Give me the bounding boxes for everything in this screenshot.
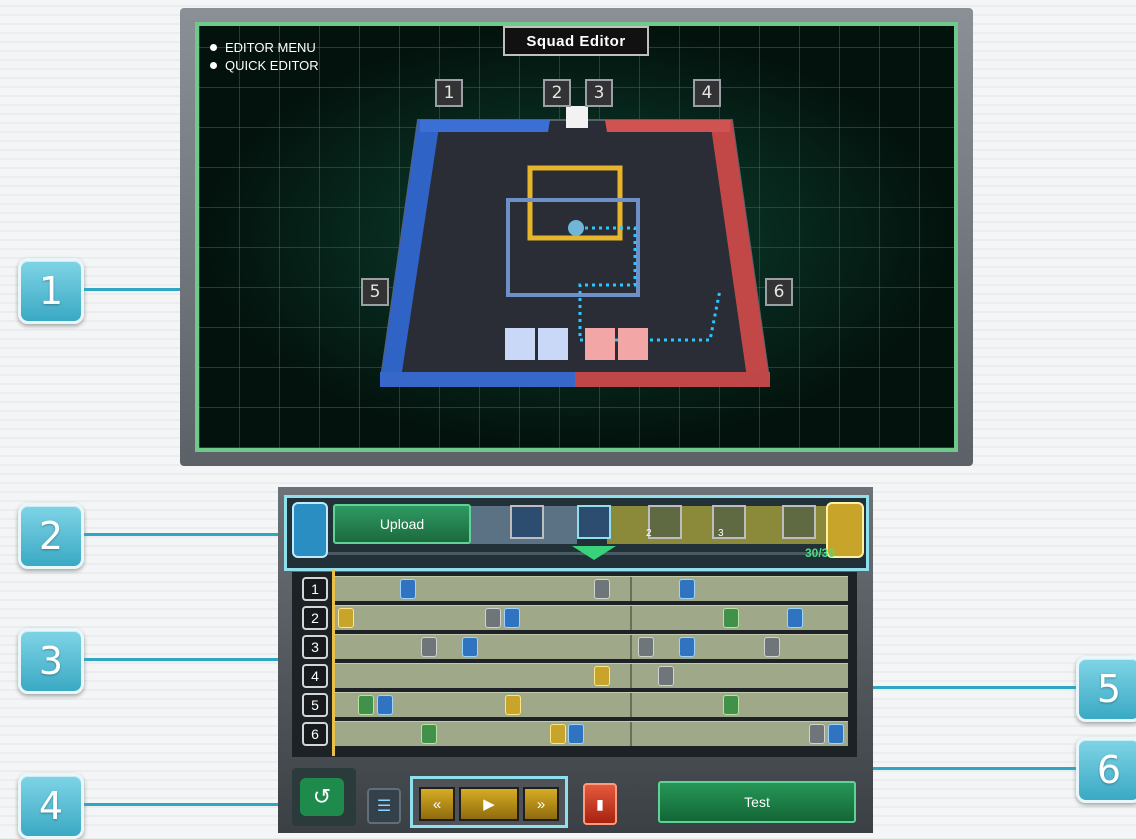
- unit-yellow[interactable]: [550, 724, 566, 744]
- trash-icon[interactable]: ▮: [583, 783, 617, 825]
- red-wall-bottom: [575, 372, 770, 387]
- callout-5: 5: [1076, 656, 1136, 722]
- timeline-row-1[interactable]: [332, 576, 848, 601]
- unit-blue[interactable]: [787, 608, 803, 628]
- unit-gray[interactable]: [764, 637, 780, 657]
- unit-card-3[interactable]: [648, 505, 682, 539]
- unit-gray[interactable]: [638, 637, 654, 657]
- row-label-4: 4: [302, 664, 328, 688]
- row-label-1: 1: [302, 577, 328, 601]
- arena-map-graphic: [378, 106, 772, 387]
- unit-blue[interactable]: [568, 724, 584, 744]
- blue-wall-top: [420, 120, 550, 132]
- spawn-point-3: 3: [585, 79, 613, 107]
- red-wall-top: [605, 120, 730, 132]
- row-label-5: 5: [302, 693, 328, 717]
- unit-blue[interactable]: [377, 695, 393, 715]
- spawn-point-5: 5: [361, 278, 389, 306]
- screen-title: Squad Editor: [503, 26, 649, 56]
- row-label-3: 3: [302, 635, 328, 659]
- timeline-row-4[interactable]: [332, 663, 848, 688]
- timeline-row-6[interactable]: [332, 721, 848, 746]
- editor-menu-label: EDITOR MENU: [225, 40, 316, 55]
- unit-card-2-selected[interactable]: [577, 505, 611, 539]
- red-base-2: [618, 328, 648, 360]
- unit-blue[interactable]: [828, 724, 844, 744]
- row-midline: [630, 635, 632, 659]
- callout-4: 4: [18, 773, 84, 839]
- blue-base-2: [538, 328, 568, 360]
- unit-card-1[interactable]: [510, 505, 544, 539]
- unit-count: 30/30: [805, 546, 836, 560]
- blue-base-1: [505, 328, 535, 360]
- callout-3: 3: [18, 628, 84, 694]
- unit-slot-number: 2: [646, 528, 652, 539]
- white-block: [566, 106, 588, 128]
- cursor-marker-icon: [572, 546, 616, 560]
- row-label-6: 6: [302, 722, 328, 746]
- unit-blue[interactable]: [462, 637, 478, 657]
- unit-gray[interactable]: [809, 724, 825, 744]
- unit-green[interactable]: [421, 724, 437, 744]
- timeline-row-3[interactable]: [332, 634, 848, 659]
- menu-bullet-icon: [210, 44, 217, 51]
- unit-yellow[interactable]: [505, 695, 521, 715]
- spawn-point-2: 2: [543, 79, 571, 107]
- blue-wall-bottom: [380, 372, 575, 387]
- quick-editor-option[interactable]: QUICK EDITOR: [210, 58, 319, 73]
- row-label-2: 2: [302, 606, 328, 630]
- quick-editor-label: QUICK EDITOR: [225, 58, 319, 73]
- undo-icon[interactable]: ↺: [300, 778, 344, 816]
- unit-card-5[interactable]: [782, 505, 816, 539]
- row-midline: [630, 577, 632, 601]
- red-base-1: [585, 328, 615, 360]
- fast-forward-icon[interactable]: »: [523, 787, 559, 821]
- unit-yellow[interactable]: [338, 608, 354, 628]
- playback-controls: « ▶ »: [410, 776, 568, 828]
- unit-gray[interactable]: [594, 579, 610, 599]
- unit-blue[interactable]: [504, 608, 520, 628]
- unit-green[interactable]: [723, 608, 739, 628]
- test-button[interactable]: Test: [658, 781, 856, 823]
- unit-blue[interactable]: [679, 637, 695, 657]
- callout-2-line: [84, 533, 286, 536]
- timeline-row-5[interactable]: [332, 692, 848, 717]
- unit-blue[interactable]: [400, 579, 416, 599]
- play-icon[interactable]: ▶: [459, 787, 519, 821]
- callout-1: 1: [18, 258, 84, 324]
- menu-bullet-icon: [210, 62, 217, 69]
- editor-menu-option[interactable]: EDITOR MENU: [210, 40, 316, 55]
- callout-2: 2: [18, 503, 84, 569]
- row-midline: [630, 722, 632, 746]
- arena-map: [378, 100, 772, 390]
- arena-floor: [378, 119, 772, 386]
- row-midline: [630, 693, 632, 717]
- center-core: [568, 220, 584, 236]
- rewind-icon[interactable]: «: [419, 787, 455, 821]
- unit-gray[interactable]: [658, 666, 674, 686]
- spawn-point-1: 1: [435, 79, 463, 107]
- unit-slot-number: 3: [718, 528, 724, 539]
- spawn-point-6: 6: [765, 278, 793, 306]
- spawn-point-4: 4: [693, 79, 721, 107]
- blue-team-emblem-icon[interactable]: [292, 502, 328, 558]
- unit-gray[interactable]: [485, 608, 501, 628]
- unit-gray[interactable]: [421, 637, 437, 657]
- list-icon[interactable]: ☰: [367, 788, 401, 824]
- unit-yellow[interactable]: [594, 666, 610, 686]
- unit-green[interactable]: [358, 695, 374, 715]
- upload-button[interactable]: Upload: [333, 504, 471, 544]
- timeline-row-2[interactable]: [332, 605, 848, 630]
- row-midline: [630, 664, 632, 688]
- timeline-grid[interactable]: 1 2 3 4 5 6: [292, 572, 857, 757]
- row-midline: [630, 606, 632, 630]
- unit-green[interactable]: [723, 695, 739, 715]
- callout-6: 6: [1076, 737, 1136, 803]
- unit-blue[interactable]: [679, 579, 695, 599]
- timeline-playhead[interactable]: [332, 570, 335, 756]
